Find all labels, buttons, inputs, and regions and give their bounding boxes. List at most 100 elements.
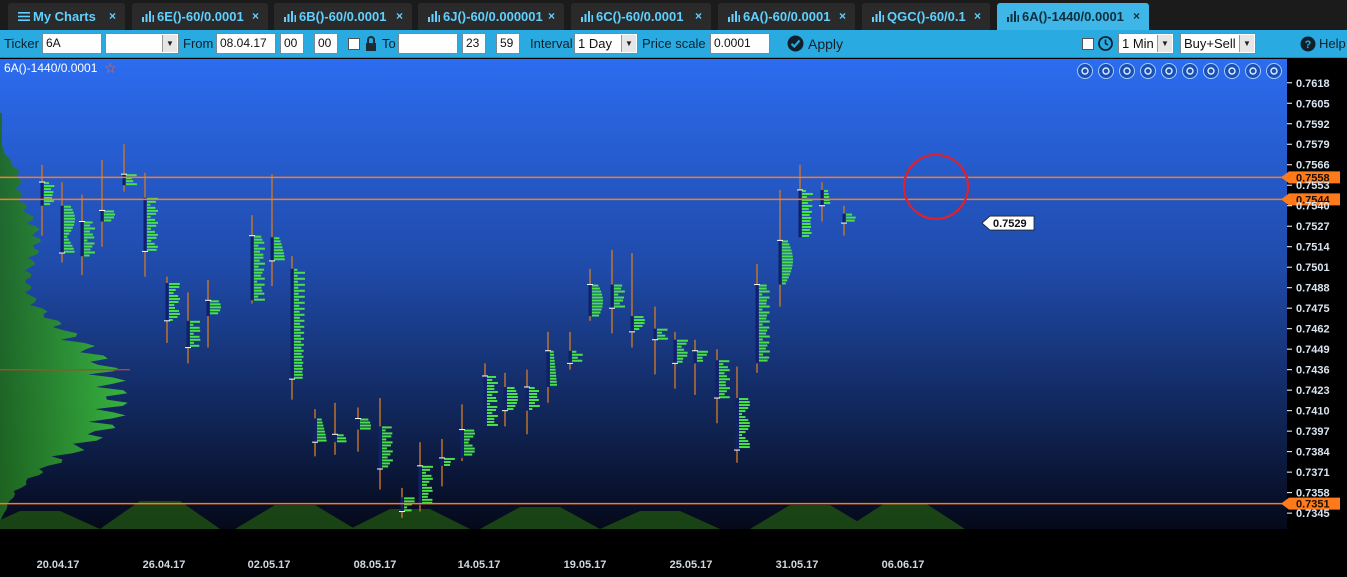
from-minute-input[interactable]: 00: [314, 33, 338, 54]
from-date-input[interactable]: 08.04.17: [216, 33, 276, 54]
bar-body: [143, 197, 147, 252]
price-tick-label: 0.7514: [1296, 242, 1331, 254]
tab-label: QGC()-60/0.1: [887, 9, 966, 24]
footprint-cell: [487, 408, 497, 411]
footprint-cell: [64, 247, 74, 250]
footprint-cell: [719, 387, 730, 390]
lock-checkbox[interactable]: [348, 38, 360, 50]
footprint-cell: [147, 245, 158, 248]
price-chart[interactable]: 0.75580.75440.7351 0.76180.76050.75920.7…: [0, 59, 1347, 577]
to-date-input[interactable]: [398, 33, 458, 54]
footprint-cell: [44, 194, 53, 197]
close-icon[interactable]: ×: [396, 3, 403, 30]
footprint-cell: [294, 376, 303, 379]
footprint-cell: [464, 453, 473, 456]
price-tick-label: 0.7423: [1296, 385, 1330, 397]
footprint-cell: [614, 290, 625, 293]
date-tick-label: 31.05.17: [776, 559, 819, 571]
side-select[interactable]: Buy+Sell ▼: [1180, 33, 1256, 54]
zoom-in-icon[interactable]: [1098, 63, 1114, 79]
grid-icon[interactable]: [1140, 63, 1156, 79]
help-button[interactable]: ? Help: [1299, 30, 1347, 58]
footprint-cell: [294, 328, 301, 331]
close-icon[interactable]: ×: [109, 3, 116, 30]
tab-chart-5[interactable]: 6A()-60/0.0001 ×: [718, 3, 855, 30]
timeframe-select[interactable]: 1 Min ▼: [1118, 33, 1174, 54]
draw-icon[interactable]: [1161, 63, 1177, 79]
interval-select[interactable]: 1 Day ▼: [574, 33, 638, 54]
close-icon[interactable]: ×: [695, 3, 702, 30]
footprint-cell: [294, 286, 299, 289]
footprint-cell: [422, 474, 432, 477]
footprint-cell: [84, 221, 93, 224]
footprint-cell: [294, 307, 305, 310]
date-axis: 20.04.17 26.04.17 02.05.17 08.05.17 14.05.17…: [37, 559, 925, 571]
tab-chart-3[interactable]: 6J()-60/0.000001 ×: [418, 3, 564, 30]
tab-my-charts[interactable]: My Charts ×: [8, 3, 125, 30]
footprint-cell: [337, 437, 347, 440]
footprint-cell: [169, 294, 179, 297]
from-hour-input[interactable]: 00: [280, 33, 304, 54]
footprint-cell: [507, 408, 514, 411]
footprint-cell: [254, 268, 265, 271]
footprint-cell: [487, 378, 493, 381]
footprint-cell: [147, 206, 156, 209]
footprint-cell: [422, 492, 429, 495]
footprint-cell: [190, 341, 194, 344]
footprint-cell: [759, 290, 770, 293]
footprint-cell: [382, 462, 390, 465]
footprint-cell: [759, 323, 763, 326]
footprint-cell: [507, 402, 517, 405]
to-hour-input[interactable]: 23: [462, 33, 486, 54]
footprint-cell: [759, 347, 766, 350]
tab-chart-7[interactable]: 6A()-1440/0.0001 ×: [997, 3, 1149, 30]
tab-chart-6[interactable]: QGC()-60/0.1 ×: [862, 3, 990, 30]
dropdown-icon[interactable]: [1266, 63, 1282, 79]
tab-chart-1[interactable]: 6E()-60/0.0001 ×: [132, 3, 268, 30]
bar-body: [842, 213, 846, 224]
close-icon[interactable]: ×: [839, 3, 846, 30]
footprint-cell: [84, 251, 95, 254]
footprint-cell: [719, 360, 730, 363]
bar-body: [755, 284, 759, 364]
settings-icon[interactable]: [1203, 63, 1219, 79]
auto-refresh-checkbox[interactable]: [1082, 38, 1094, 50]
tab-chart-4[interactable]: 6C()-60/0.0001 ×: [571, 3, 711, 30]
footprint-cell: [294, 346, 302, 349]
footprint-cell: [254, 250, 260, 253]
settings-icon-bg: [1203, 63, 1219, 79]
tab-chart-2[interactable]: 6B()-60/0.0001 ×: [274, 3, 412, 30]
chart-area[interactable]: 0.7558 0.7544 0.7351 0.7618 0.7605 0.7592 0.7…: [0, 59, 1347, 577]
bar-body: [653, 328, 657, 340]
zoom-fit-icon[interactable]: [1077, 63, 1093, 79]
footprint-cell: [634, 328, 640, 331]
close-icon[interactable]: ×: [1133, 3, 1140, 30]
bar-body: [798, 189, 802, 238]
footprint-cell: [274, 255, 285, 258]
footprint-cell: [382, 459, 393, 462]
zoom-out-icon[interactable]: [1119, 63, 1135, 79]
footprint-cell: [274, 249, 284, 252]
price-scale-input[interactable]: 0.0001: [710, 33, 770, 54]
footprint-cell: [550, 380, 557, 383]
favorite-star-icon[interactable]: ☆: [104, 61, 117, 77]
price-tick-label: 0.7371: [1296, 467, 1330, 479]
ticker-select[interactable]: ▼: [105, 33, 179, 54]
footprint-cell: [572, 353, 583, 356]
apply-button[interactable]: Apply: [787, 30, 857, 58]
footprint-cell: [104, 210, 114, 213]
footprint-cell: [294, 310, 300, 313]
close-icon[interactable]: [1245, 63, 1261, 79]
fullscreen-icon[interactable]: [1224, 63, 1240, 79]
to-minute-input[interactable]: 59: [496, 33, 520, 54]
footprint-cell: [802, 234, 810, 237]
footprint-cell: [592, 299, 603, 302]
close-icon[interactable]: ×: [252, 3, 259, 30]
price-tick-label: 0.7358: [1296, 488, 1330, 500]
ticker-input[interactable]: 6A: [42, 33, 102, 54]
refresh-icon[interactable]: [1182, 63, 1198, 79]
footprint-cell: [739, 401, 750, 404]
close-icon[interactable]: ×: [548, 3, 555, 30]
close-icon-bg: [1245, 63, 1261, 79]
close-icon[interactable]: ×: [974, 3, 981, 30]
